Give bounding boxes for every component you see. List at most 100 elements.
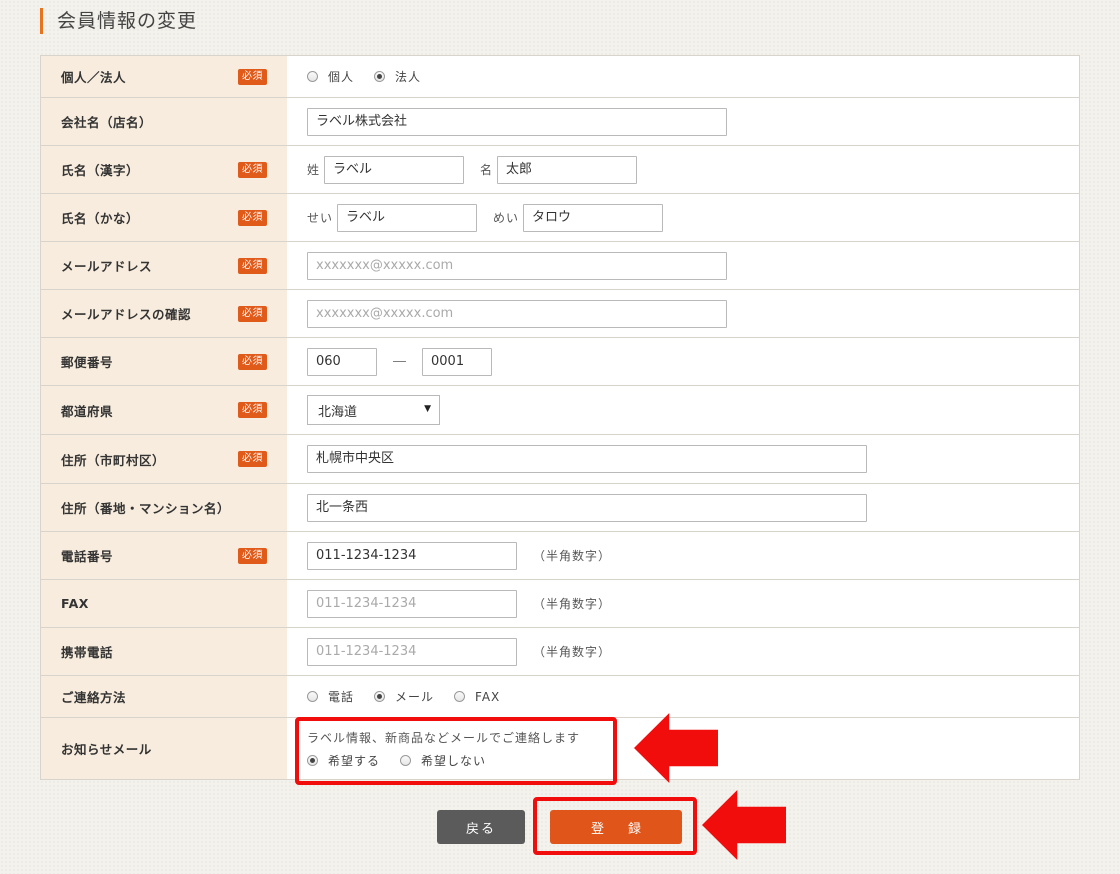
required-badge: 必須 bbox=[238, 209, 267, 226]
label-cell: 都道府県 必須 bbox=[41, 386, 287, 434]
required-badge: 必須 bbox=[238, 402, 267, 418]
first-name-input[interactable]: 太郎 bbox=[497, 155, 638, 184]
arrow-left-icon bbox=[702, 790, 786, 860]
required-badge: 必須 bbox=[238, 305, 267, 322]
first-name-kana-input[interactable]: タロウ bbox=[523, 203, 664, 232]
email-confirm-input[interactable]: xxxxxxx@xxxxx.com bbox=[307, 299, 727, 328]
page-title: 会員情報の変更 bbox=[40, 8, 197, 34]
radio-contact-phone[interactable]: 電話 bbox=[307, 688, 354, 705]
required-badge: 必須 bbox=[238, 353, 267, 370]
radio-individual[interactable]: 個人 bbox=[307, 68, 354, 85]
input-cell: 個人 法人 bbox=[287, 56, 1079, 97]
first-name-kana-prefix: めい bbox=[493, 211, 520, 225]
radio-unchecked-icon[interactable] bbox=[307, 71, 318, 82]
radio-label: 個人 bbox=[328, 70, 355, 84]
first-name-prefix: 名 bbox=[480, 163, 494, 177]
field-label: 郵便番号 bbox=[61, 355, 114, 370]
row-address-city: 住所（市町村区） 必須 札幌市中央区 bbox=[41, 435, 1079, 484]
row-company: 会社名（店名） ラベル株式会社 bbox=[41, 98, 1079, 146]
row-email-confirm: メールアドレスの確認 必須 xxxxxxx@xxxxx.com bbox=[41, 290, 1079, 338]
field-label: メールアドレスの確認 bbox=[61, 307, 192, 322]
field-label: ご連絡方法 bbox=[61, 690, 127, 705]
label-cell: 郵便番号 必須 bbox=[41, 338, 287, 385]
radio-checked-icon[interactable] bbox=[374, 691, 386, 702]
required-badge: 必須 bbox=[238, 451, 267, 467]
field-label: メールアドレス bbox=[61, 259, 153, 274]
mobile-hint: （半角数字） bbox=[533, 645, 612, 659]
radio-label: 法人 bbox=[395, 70, 422, 84]
input-cell: 姓 ラベル 名 太郎 bbox=[287, 146, 1079, 193]
email-input[interactable]: xxxxxxx@xxxxx.com bbox=[307, 251, 727, 280]
field-label: お知らせメール bbox=[61, 742, 152, 757]
label-cell: 住所（市町村区） 必須 bbox=[41, 435, 287, 483]
radio-checked-icon[interactable] bbox=[374, 71, 386, 82]
label-cell: メールアドレス 必須 bbox=[41, 242, 287, 289]
field-label: 携帯電話 bbox=[61, 645, 114, 660]
label-cell: 電話番号 必須 bbox=[41, 532, 287, 579]
phone-input[interactable]: 011-1234-1234 bbox=[307, 541, 517, 570]
row-mobile: 携帯電話 011-1234-1234 （半角数字） bbox=[41, 628, 1079, 676]
input-cell: 札幌市中央区 bbox=[287, 435, 1079, 483]
input-cell: 011-1234-1234 （半角数字） bbox=[287, 532, 1079, 579]
required-badge: 必須 bbox=[238, 257, 267, 274]
label-cell: 携帯電話 bbox=[41, 628, 287, 675]
label-cell: 会社名（店名） bbox=[41, 98, 287, 145]
postal-code-part2-input[interactable]: 0001 bbox=[422, 347, 492, 376]
radio-label: 電話 bbox=[328, 690, 355, 704]
field-label: 氏名（かな） bbox=[61, 211, 140, 226]
input-cell: 電話 メール FAX bbox=[287, 676, 1079, 717]
field-label: FAX bbox=[61, 596, 89, 611]
label-cell: 個人／法人 必須 bbox=[41, 56, 287, 97]
fax-hint: （半角数字） bbox=[533, 597, 612, 611]
input-cell: 011-1234-1234 （半角数字） bbox=[287, 628, 1079, 675]
last-name-kana-input[interactable]: ラベル bbox=[337, 203, 478, 232]
label-cell: お知らせメール bbox=[41, 718, 287, 779]
row-address-street: 住所（番地・マンション名） 北一条西 bbox=[41, 484, 1079, 532]
input-cell: xxxxxxx@xxxxx.com bbox=[287, 242, 1079, 289]
input-cell: 011-1234-1234 （半角数字） bbox=[287, 580, 1079, 627]
back-button[interactable]: 戻る bbox=[437, 810, 525, 844]
input-cell: ラベル株式会社 bbox=[287, 98, 1079, 145]
company-input[interactable]: ラベル株式会社 bbox=[307, 107, 727, 136]
mobile-input[interactable]: 011-1234-1234 bbox=[307, 637, 517, 666]
postal-separator: ― bbox=[393, 354, 406, 369]
label-cell: FAX bbox=[41, 580, 287, 627]
radio-unchecked-icon[interactable] bbox=[307, 691, 318, 702]
last-name-kana-prefix: せい bbox=[307, 211, 334, 225]
row-name-kana: 氏名（かな） 必須 せい ラベル めい タロウ bbox=[41, 194, 1079, 242]
input-cell: xxxxxxx@xxxxx.com bbox=[287, 290, 1079, 337]
row-prefecture: 都道府県 必須 北海道 ▼ bbox=[41, 386, 1079, 435]
required-badge: 必須 bbox=[238, 161, 267, 178]
last-name-input[interactable]: ラベル bbox=[324, 155, 465, 184]
address-city-input[interactable]: 札幌市中央区 bbox=[307, 445, 867, 473]
input-cell: 北一条西 bbox=[287, 484, 1079, 531]
last-name-prefix: 姓 bbox=[307, 163, 321, 177]
required-badge: 必須 bbox=[238, 68, 267, 85]
field-label: 都道府県 bbox=[61, 403, 114, 419]
row-postal: 郵便番号 必須 060 ― 0001 bbox=[41, 338, 1079, 386]
postal-code-part1-input[interactable]: 060 bbox=[307, 347, 377, 376]
input-cell: せい ラベル めい タロウ bbox=[287, 194, 1079, 241]
radio-contact-fax[interactable]: FAX bbox=[454, 690, 500, 704]
fax-input[interactable]: 011-1234-1234 bbox=[307, 589, 517, 618]
row-contact-method: ご連絡方法 電話 メール FAX bbox=[41, 676, 1079, 718]
field-label: 個人／法人 bbox=[61, 70, 127, 85]
label-cell: ご連絡方法 bbox=[41, 676, 287, 717]
prefecture-select[interactable]: 北海道 ▼ bbox=[307, 395, 440, 425]
input-cell: 060 ― 0001 bbox=[287, 338, 1079, 385]
member-info-form: 個人／法人 必須 個人 法人 会社名（店名） ラベル株式会社 氏名（漢字） 必須 bbox=[40, 55, 1080, 780]
label-cell: 住所（番地・マンション名） bbox=[41, 484, 287, 531]
label-cell: 氏名（漢字） 必須 bbox=[41, 146, 287, 193]
field-label: 住所（市町村区） bbox=[61, 452, 166, 468]
radio-unchecked-icon[interactable] bbox=[454, 691, 466, 702]
prefecture-selected-value: 北海道 bbox=[318, 404, 358, 420]
radio-label: メール bbox=[395, 690, 435, 704]
chevron-down-icon: ▼ bbox=[424, 404, 431, 414]
radio-corporation[interactable]: 法人 bbox=[374, 68, 421, 85]
row-email: メールアドレス 必須 xxxxxxx@xxxxx.com bbox=[41, 242, 1079, 290]
address-street-input[interactable]: 北一条西 bbox=[307, 493, 867, 522]
radio-label: FAX bbox=[475, 689, 501, 704]
field-label: 電話番号 bbox=[61, 549, 114, 564]
radio-contact-email[interactable]: メール bbox=[374, 688, 434, 705]
label-cell: メールアドレスの確認 必須 bbox=[41, 290, 287, 337]
